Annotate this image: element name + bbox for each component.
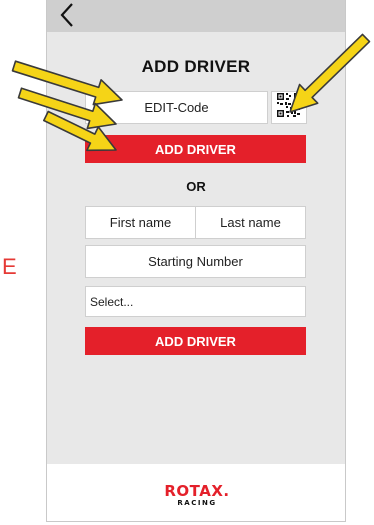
starting-number-field[interactable]: Starting Number	[85, 245, 306, 278]
chevron-left-icon	[57, 1, 79, 29]
qr-scan-button[interactable]	[271, 91, 307, 124]
category-select[interactable]: Select...	[85, 286, 306, 317]
page-title: ADD DRIVER	[141, 57, 251, 76]
first-name-placeholder: First name	[109, 215, 172, 230]
footer: ROTAX. RACING	[47, 464, 345, 521]
edit-code-input[interactable]: EDIT-Code	[85, 91, 268, 124]
logo-main-text: ROTAX.	[164, 482, 230, 500]
screenshot-page: E ADD DRIVER EDIT-Code ADD DRIVER OR Fir…	[0, 0, 374, 525]
logo-sub-text: RACING	[177, 499, 217, 507]
first-name-field[interactable]: First name	[85, 206, 196, 239]
last-name-placeholder: Last name	[220, 215, 281, 230]
add-driver-by-code-button[interactable]: ADD DRIVER	[85, 135, 306, 163]
top-bar	[47, 0, 345, 32]
app-screen: ADD DRIVER EDIT-Code ADD DRIVER OR First…	[46, 0, 346, 522]
back-button[interactable]	[57, 1, 79, 29]
starting-number-placeholder: Starting Number	[148, 254, 243, 269]
qr-code-icon	[276, 92, 302, 123]
or-separator: OR	[186, 179, 206, 194]
add-driver-manual-button[interactable]: ADD DRIVER	[85, 327, 306, 355]
partial-edge-text: E	[2, 254, 17, 279]
select-value: Select...	[90, 294, 134, 309]
rotax-logo: ROTAX. RACING	[154, 484, 240, 510]
edit-code-placeholder: EDIT-Code	[144, 100, 209, 115]
last-name-field[interactable]: Last name	[195, 206, 306, 239]
